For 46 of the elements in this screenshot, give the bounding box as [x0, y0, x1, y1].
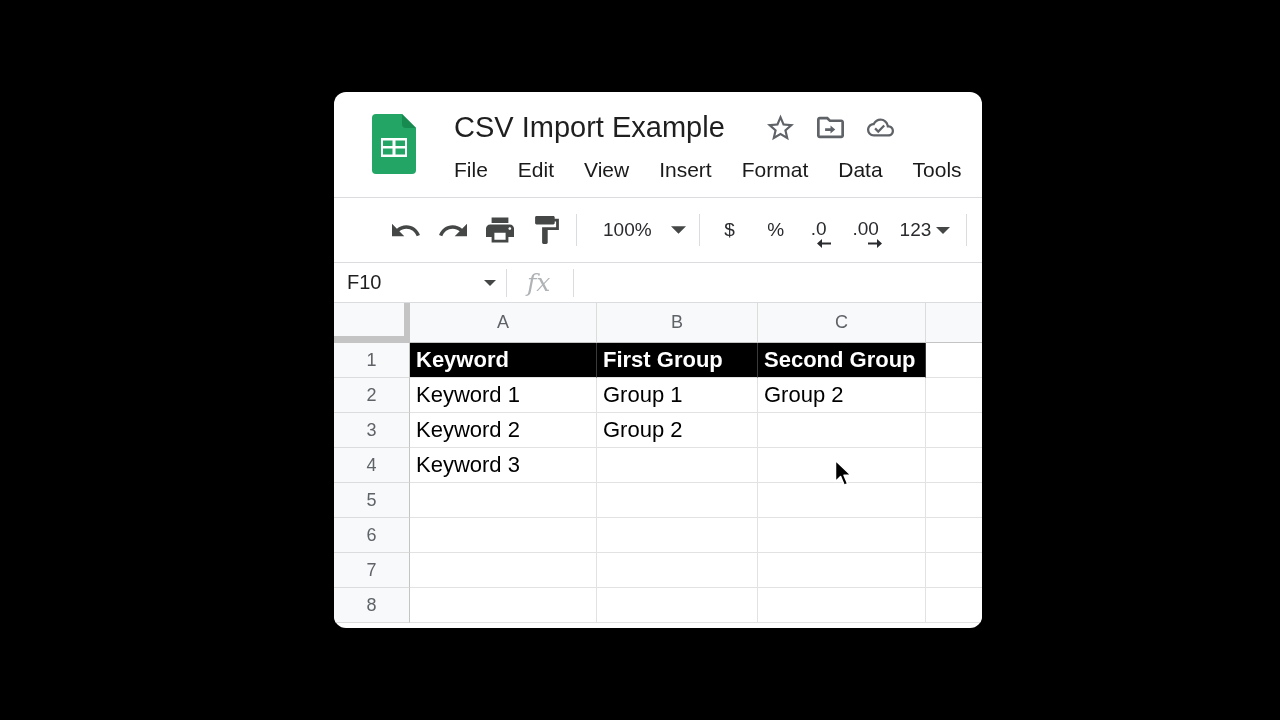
column-header[interactable]: A	[410, 303, 597, 343]
menu-item[interactable]: Insert	[659, 158, 712, 182]
row-header[interactable]: 8	[334, 588, 410, 623]
row-header[interactable]: 2	[334, 378, 410, 413]
table-cell: Group 2	[758, 378, 926, 413]
star-icon[interactable]	[766, 113, 794, 141]
header-cell: Keyword	[410, 343, 597, 378]
spreadsheet-logo-icon[interactable]	[372, 114, 416, 174]
row-header[interactable]: 7	[334, 553, 410, 588]
row-header[interactable]: 6	[334, 518, 410, 553]
menu-item[interactable]: Tools	[912, 158, 962, 182]
row-header[interactable]: 3	[334, 413, 410, 448]
row-header[interactable]: 4	[334, 448, 410, 483]
row-header[interactable]: 5	[334, 483, 410, 518]
document-title[interactable]: CSV Import Example	[454, 110, 725, 144]
caret-icon	[936, 226, 951, 234]
paint-roller-icon	[533, 216, 561, 244]
table-cell: Group 2	[597, 413, 758, 448]
increase-decimal-button[interactable]: .00	[843, 210, 888, 250]
table-cell: Keyword 2	[410, 413, 597, 448]
mouse-pointer-icon	[834, 459, 852, 488]
menu-item[interactable]: View	[584, 158, 630, 182]
menu-item[interactable]: File	[454, 158, 488, 182]
arrow-left-icon	[816, 238, 831, 248]
caret-icon	[670, 226, 686, 234]
column-header[interactable]: C	[758, 303, 926, 343]
decrease-decimal-button[interactable]: .0	[798, 210, 839, 250]
caret-icon	[484, 279, 496, 286]
name-box-field[interactable]: F10	[334, 263, 506, 302]
fx-label: fx	[527, 268, 551, 297]
number-format-dropdown[interactable]: 123	[892, 212, 955, 248]
row-header[interactable]: 1	[334, 343, 410, 378]
header-cell: First Group	[597, 343, 758, 378]
arrow-right-icon	[867, 238, 882, 248]
menu-item[interactable]: Data	[838, 158, 883, 182]
table-cell: Keyword 3	[410, 448, 597, 483]
printer-icon	[486, 216, 514, 244]
table-cell: Keyword 1	[410, 378, 597, 413]
zoom-dropdown[interactable]: 100%	[588, 212, 690, 248]
header-cell: Second Group	[758, 343, 926, 378]
table-cell: Group 1	[597, 378, 758, 413]
currency-button[interactable]: $	[711, 210, 748, 250]
menu-item[interactable]: Format	[741, 158, 809, 182]
column-header[interactable]: B	[597, 303, 758, 343]
percent-button[interactable]: %	[757, 210, 794, 250]
menu-item[interactable]: Edit	[517, 158, 555, 182]
